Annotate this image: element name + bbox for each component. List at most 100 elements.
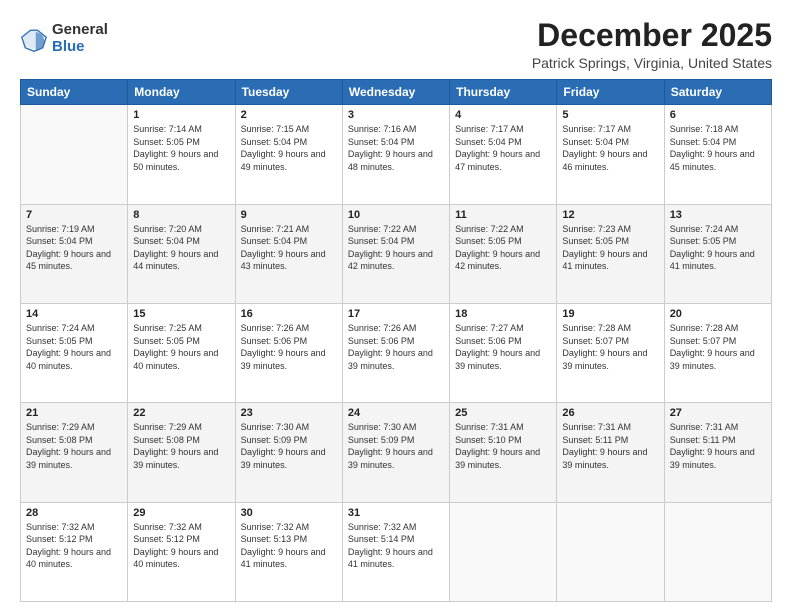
calendar-cell: 12 Sunrise: 7:23 AMSunset: 5:05 PMDayligh… bbox=[557, 204, 664, 303]
day-info: Sunrise: 7:22 AMSunset: 5:04 PMDaylight:… bbox=[348, 223, 444, 273]
day-number: 25 bbox=[455, 407, 551, 419]
day-info: Sunrise: 7:18 AMSunset: 5:04 PMDaylight:… bbox=[670, 123, 766, 173]
day-number: 1 bbox=[133, 109, 229, 121]
calendar-cell bbox=[664, 502, 771, 601]
day-info: Sunrise: 7:21 AMSunset: 5:04 PMDaylight:… bbox=[241, 223, 337, 273]
header: General Blue December 2025 Patrick Sprin… bbox=[20, 18, 772, 71]
day-number: 28 bbox=[26, 507, 122, 519]
day-info: Sunrise: 7:26 AMSunset: 5:06 PMDaylight:… bbox=[241, 322, 337, 372]
calendar-week-row: 28 Sunrise: 7:32 AMSunset: 5:12 PMDayligh… bbox=[21, 502, 772, 601]
logo-general-text: General bbox=[52, 22, 108, 39]
calendar-cell: 30 Sunrise: 7:32 AMSunset: 5:13 PMDayligh… bbox=[235, 502, 342, 601]
day-number: 5 bbox=[562, 109, 658, 121]
calendar-table: SundayMondayTuesdayWednesdayThursdayFrid… bbox=[20, 79, 772, 602]
day-info: Sunrise: 7:28 AMSunset: 5:07 PMDaylight:… bbox=[562, 322, 658, 372]
calendar-cell: 28Sunrise: 7:32 AMSunset: 5:12 PMDayligh… bbox=[21, 502, 128, 601]
day-number: 15 bbox=[133, 308, 229, 320]
logo: General Blue bbox=[20, 22, 108, 55]
day-number: 6 bbox=[670, 109, 766, 121]
calendar-cell: 21 Sunrise: 7:29 AMSunset: 5:08 PMDayligh… bbox=[21, 403, 128, 502]
calendar-cell: 1 Sunrise: 7:14 AMSunset: 5:05 PMDaylight… bbox=[128, 105, 235, 204]
calendar-cell bbox=[21, 105, 128, 204]
day-info: Sunrise: 7:30 AMSunset: 5:09 PMDaylight:… bbox=[348, 421, 444, 471]
day-info: Sunrise: 7:23 AMSunset: 5:05 PMDaylight:… bbox=[562, 223, 658, 273]
day-number: 23 bbox=[241, 407, 337, 419]
day-number: 21 bbox=[26, 407, 122, 419]
day-info: Sunrise: 7:14 AMSunset: 5:05 PMDaylight:… bbox=[133, 123, 229, 173]
day-number: 2 bbox=[241, 109, 337, 121]
weekday-header: Sunday bbox=[21, 80, 128, 105]
calendar-cell: 22 Sunrise: 7:29 AMSunset: 5:08 PMDayligh… bbox=[128, 403, 235, 502]
calendar-cell bbox=[450, 502, 557, 601]
weekday-header: Tuesday bbox=[235, 80, 342, 105]
title-area: December 2025 Patrick Springs, Virginia,… bbox=[532, 18, 772, 71]
month-title: December 2025 bbox=[532, 18, 772, 53]
day-number: 22 bbox=[133, 407, 229, 419]
day-info: Sunrise: 7:17 AMSunset: 5:04 PMDaylight:… bbox=[455, 123, 551, 173]
logo-icon bbox=[20, 25, 48, 53]
day-number: 9 bbox=[241, 209, 337, 221]
page: General Blue December 2025 Patrick Sprin… bbox=[0, 0, 792, 612]
calendar-cell bbox=[557, 502, 664, 601]
day-number: 27 bbox=[670, 407, 766, 419]
day-number: 20 bbox=[670, 308, 766, 320]
day-number: 16 bbox=[241, 308, 337, 320]
day-number: 13 bbox=[670, 209, 766, 221]
calendar-cell: 13 Sunrise: 7:24 AMSunset: 5:05 PMDayligh… bbox=[664, 204, 771, 303]
calendar-cell: 24 Sunrise: 7:30 AMSunset: 5:09 PMDayligh… bbox=[342, 403, 449, 502]
day-number: 24 bbox=[348, 407, 444, 419]
weekday-header: Friday bbox=[557, 80, 664, 105]
day-number: 30 bbox=[241, 507, 337, 519]
day-number: 7 bbox=[26, 209, 122, 221]
day-info: Sunrise: 7:27 AMSunset: 5:06 PMDaylight:… bbox=[455, 322, 551, 372]
calendar-cell: 26 Sunrise: 7:31 AMSunset: 5:11 PMDayligh… bbox=[557, 403, 664, 502]
day-number: 26 bbox=[562, 407, 658, 419]
day-info: Sunrise: 7:31 AMSunset: 5:11 PMDaylight:… bbox=[670, 421, 766, 471]
day-info: Sunrise: 7:24 AMSunset: 5:05 PMDaylight:… bbox=[26, 322, 122, 372]
day-number: 19 bbox=[562, 308, 658, 320]
day-info: Sunrise: 7:24 AMSunset: 5:05 PMDaylight:… bbox=[670, 223, 766, 273]
weekday-header: Thursday bbox=[450, 80, 557, 105]
weekday-header: Wednesday bbox=[342, 80, 449, 105]
day-info: Sunrise: 7:19 AMSunset: 5:04 PMDaylight:… bbox=[26, 223, 122, 273]
calendar-week-row: 21 Sunrise: 7:29 AMSunset: 5:08 PMDayligh… bbox=[21, 403, 772, 502]
calendar-cell: 14Sunrise: 7:24 AMSunset: 5:05 PMDayligh… bbox=[21, 303, 128, 402]
calendar-cell: 10Sunrise: 7:22 AMSunset: 5:04 PMDayligh… bbox=[342, 204, 449, 303]
day-number: 3 bbox=[348, 109, 444, 121]
calendar-cell: 16 Sunrise: 7:26 AMSunset: 5:06 PMDayligh… bbox=[235, 303, 342, 402]
day-info: Sunrise: 7:22 AMSunset: 5:05 PMDaylight:… bbox=[455, 223, 551, 273]
calendar-cell: 7 Sunrise: 7:19 AMSunset: 5:04 PMDaylight… bbox=[21, 204, 128, 303]
calendar-cell: 29 Sunrise: 7:32 AMSunset: 5:12 PMDayligh… bbox=[128, 502, 235, 601]
location: Patrick Springs, Virginia, United States bbox=[532, 55, 772, 71]
day-info: Sunrise: 7:32 AMSunset: 5:12 PMDaylight:… bbox=[133, 521, 229, 571]
calendar-cell: 3 Sunrise: 7:16 AMSunset: 5:04 PMDaylight… bbox=[342, 105, 449, 204]
day-info: Sunrise: 7:15 AMSunset: 5:04 PMDaylight:… bbox=[241, 123, 337, 173]
calendar-cell: 6 Sunrise: 7:18 AMSunset: 5:04 PMDaylight… bbox=[664, 105, 771, 204]
day-number: 29 bbox=[133, 507, 229, 519]
day-number: 12 bbox=[562, 209, 658, 221]
calendar-cell: 9 Sunrise: 7:21 AMSunset: 5:04 PMDaylight… bbox=[235, 204, 342, 303]
calendar-cell: 25Sunrise: 7:31 AMSunset: 5:10 PMDayligh… bbox=[450, 403, 557, 502]
calendar-cell: 15Sunrise: 7:25 AMSunset: 5:05 PMDayligh… bbox=[128, 303, 235, 402]
day-info: Sunrise: 7:17 AMSunset: 5:04 PMDaylight:… bbox=[562, 123, 658, 173]
day-info: Sunrise: 7:31 AMSunset: 5:11 PMDaylight:… bbox=[562, 421, 658, 471]
logo-blue-text: Blue bbox=[52, 39, 108, 56]
calendar-week-row: 14Sunrise: 7:24 AMSunset: 5:05 PMDayligh… bbox=[21, 303, 772, 402]
calendar-cell: 11Sunrise: 7:22 AMSunset: 5:05 PMDayligh… bbox=[450, 204, 557, 303]
day-info: Sunrise: 7:30 AMSunset: 5:09 PMDaylight:… bbox=[241, 421, 337, 471]
day-info: Sunrise: 7:16 AMSunset: 5:04 PMDaylight:… bbox=[348, 123, 444, 173]
calendar-cell: 23 Sunrise: 7:30 AMSunset: 5:09 PMDayligh… bbox=[235, 403, 342, 502]
day-info: Sunrise: 7:29 AMSunset: 5:08 PMDaylight:… bbox=[133, 421, 229, 471]
calendar-week-row: 7 Sunrise: 7:19 AMSunset: 5:04 PMDaylight… bbox=[21, 204, 772, 303]
calendar-cell: 18 Sunrise: 7:27 AMSunset: 5:06 PMDayligh… bbox=[450, 303, 557, 402]
day-info: Sunrise: 7:29 AMSunset: 5:08 PMDaylight:… bbox=[26, 421, 122, 471]
day-number: 8 bbox=[133, 209, 229, 221]
calendar-header-row: SundayMondayTuesdayWednesdayThursdayFrid… bbox=[21, 80, 772, 105]
calendar-cell: 17Sunrise: 7:26 AMSunset: 5:06 PMDayligh… bbox=[342, 303, 449, 402]
weekday-header: Monday bbox=[128, 80, 235, 105]
day-info: Sunrise: 7:20 AMSunset: 5:04 PMDaylight:… bbox=[133, 223, 229, 273]
calendar-cell: 20Sunrise: 7:28 AMSunset: 5:07 PMDayligh… bbox=[664, 303, 771, 402]
day-info: Sunrise: 7:32 AMSunset: 5:13 PMDaylight:… bbox=[241, 521, 337, 571]
weekday-header: Saturday bbox=[664, 80, 771, 105]
day-number: 18 bbox=[455, 308, 551, 320]
